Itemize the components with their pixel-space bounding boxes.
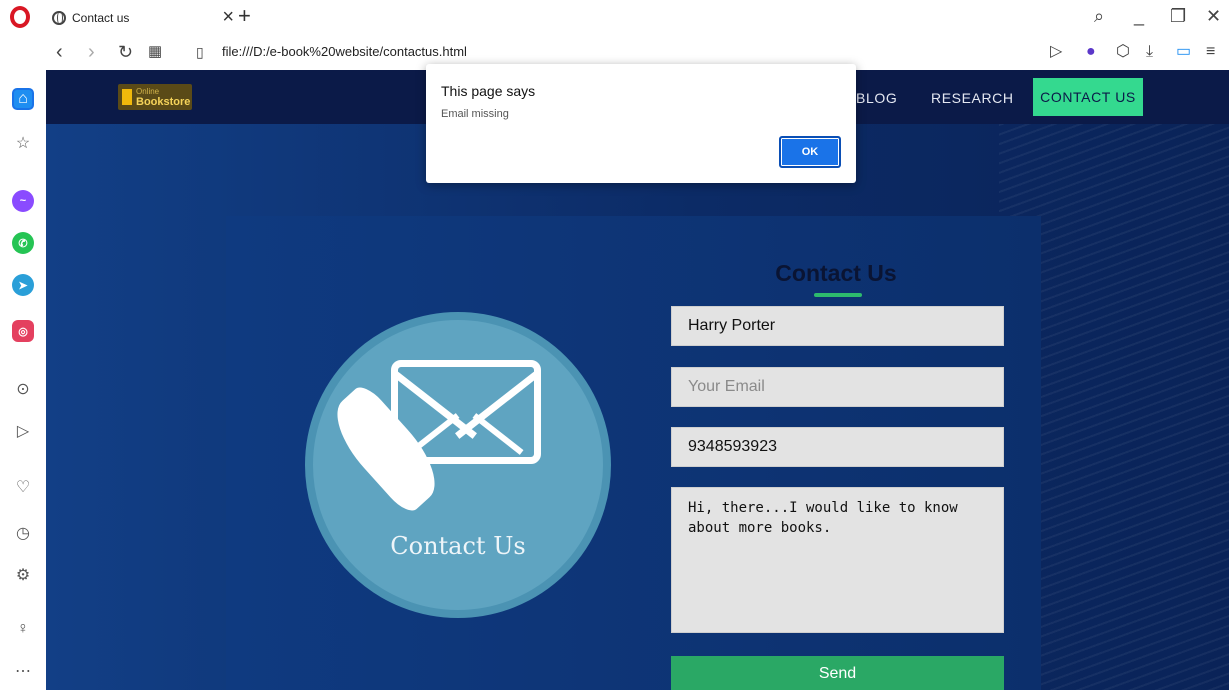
contact-card: Contact Us Contact Us Hi, there...I woul… xyxy=(226,216,1041,690)
history-icon[interactable]: ◷ xyxy=(12,522,34,544)
extension-icon[interactable]: ● xyxy=(1086,41,1096,63)
site-logo[interactable]: Online Bookstore xyxy=(118,84,192,110)
dialog-title: This page says xyxy=(441,83,536,99)
new-tab-button[interactable]: + xyxy=(238,3,251,29)
minimize-icon[interactable]: _ xyxy=(1134,4,1144,28)
easy-setup-icon[interactable]: ≡ xyxy=(1206,41,1215,63)
email-input[interactable] xyxy=(671,367,1004,407)
reload-icon[interactable]: ↻ xyxy=(118,39,133,65)
pinboards-icon[interactable]: ♡ xyxy=(12,476,34,498)
logo-text: Online Bookstore xyxy=(136,87,191,108)
more-icon[interactable]: ⋯ xyxy=(12,660,34,682)
browser-tab-contact-us[interactable]: Contact us × xyxy=(46,4,234,32)
search-tabs-icon[interactable]: ⌕ xyxy=(1094,4,1104,28)
instagram-icon[interactable]: ◎ xyxy=(12,320,34,342)
settings-icon[interactable]: ⚙ xyxy=(12,564,34,586)
telegram-icon[interactable]: ➤ xyxy=(12,274,34,296)
contact-illustration: Contact Us xyxy=(305,312,611,618)
globe-icon xyxy=(52,11,66,25)
nav-contact-us[interactable]: CONTACT US xyxy=(1033,78,1143,116)
url-field[interactable]: file:///D:/e-book%20website/contactus.ht… xyxy=(222,44,467,59)
alert-dialog: This page says Email missing OK xyxy=(426,64,856,183)
tab-title: Contact us xyxy=(72,11,130,25)
home-icon[interactable]: ⌂ xyxy=(12,88,34,110)
illustration-label: Contact Us xyxy=(390,532,526,560)
flow-icon[interactable]: ▷ xyxy=(12,420,34,442)
send-to-flow-icon[interactable]: ▷ xyxy=(1050,41,1062,63)
nav-blog[interactable]: BLOG xyxy=(856,90,897,106)
book-icon xyxy=(122,89,132,105)
opera-sidebar: ⌂ ☆ ~ ✆ ➤ ◎ ⊙ ▷ ♡ ◷ ⚙ ♀ ⋯ xyxy=(0,70,46,690)
page-info-icon[interactable]: ▯ xyxy=(196,39,204,65)
form-title: Contact Us xyxy=(775,260,897,286)
message-textarea[interactable]: Hi, there...I would like to know about m… xyxy=(671,487,1004,633)
bookmarks-icon[interactable]: ☆ xyxy=(12,132,34,154)
player-icon[interactable]: ⊙ xyxy=(12,378,34,400)
back-icon[interactable]: ‹ xyxy=(56,39,63,65)
tips-icon[interactable]: ♀ xyxy=(12,618,34,640)
forward-icon[interactable]: › xyxy=(88,39,95,65)
title-underline xyxy=(814,293,862,297)
send-button[interactable]: Send xyxy=(671,656,1004,690)
close-window-icon[interactable]: ✕ xyxy=(1206,4,1221,28)
tab-close-icon[interactable]: × xyxy=(222,6,234,28)
ok-button[interactable]: OK xyxy=(779,136,841,168)
phone-input[interactable] xyxy=(671,427,1004,467)
opera-menu-icon[interactable] xyxy=(10,6,30,28)
dialog-message: Email missing xyxy=(441,108,509,120)
speed-dial-icon[interactable]: ▦ xyxy=(148,39,162,65)
browser-titlebar: Contact us × + ⌕ _ ❐ ✕ xyxy=(0,0,1229,34)
downloads-icon[interactable]: ⤓ xyxy=(1146,41,1153,63)
cube-extension-icon[interactable]: ⬡ xyxy=(1116,41,1130,63)
restore-icon[interactable]: ❐ xyxy=(1170,4,1186,28)
whatsapp-icon[interactable]: ✆ xyxy=(12,232,34,254)
nav-research[interactable]: RESEARCH xyxy=(931,90,1014,106)
name-input[interactable] xyxy=(671,306,1004,346)
messenger-icon[interactable]: ~ xyxy=(12,190,34,212)
battery-saver-icon[interactable]: ▭ xyxy=(1176,41,1191,63)
